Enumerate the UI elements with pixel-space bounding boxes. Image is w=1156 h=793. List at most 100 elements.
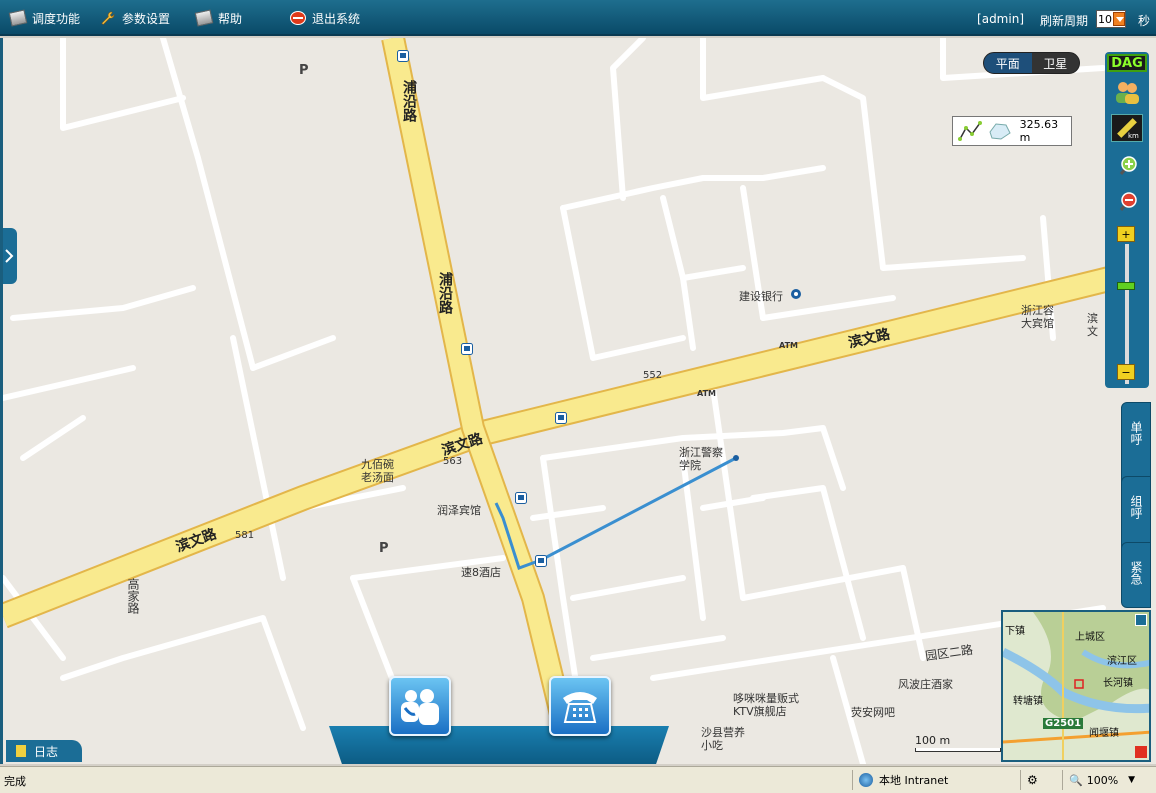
zoom-out-tool[interactable] xyxy=(1111,188,1143,216)
app-window: 调度功能 参数设置 帮助 退出系统 [admin] 刷新周期 秒 xyxy=(0,0,1156,793)
road-label-gaojia: 高家路 xyxy=(126,578,140,614)
route-number-563: 563 xyxy=(443,456,463,467)
overview-label: 下镇 xyxy=(1005,626,1025,637)
help-icon xyxy=(194,9,214,27)
status-text: 完成 xyxy=(4,775,26,788)
menu-settings[interactable]: 参数设置 xyxy=(100,8,170,28)
route-number-581: 581 xyxy=(235,530,255,541)
contacts-button[interactable] xyxy=(389,676,451,736)
map-type-satellite[interactable]: 卫星 xyxy=(1032,53,1080,73)
poi-zhejiangrong[interactable]: 浙江容大宾馆 xyxy=(1021,304,1057,330)
poi-suba[interactable]: 速8酒店 xyxy=(461,564,501,580)
dropdown-arrow-icon[interactable] xyxy=(1113,12,1125,26)
menu-help[interactable]: 帮助 xyxy=(194,8,242,28)
map-type-plain[interactable]: 平面 xyxy=(984,53,1032,73)
measure-distance: 325.63 m xyxy=(1019,118,1059,144)
menu-exit-label: 退出系统 xyxy=(312,11,361,26)
map-scale: 100 m xyxy=(915,734,1003,756)
menu-exit[interactable]: 退出系统 xyxy=(290,8,360,28)
log-icon xyxy=(16,745,26,757)
security-zone: 本地 Intranet xyxy=(852,770,1020,790)
overview-label: 长河镇 xyxy=(1103,678,1133,689)
zoom-min-icon[interactable]: − xyxy=(1117,364,1135,380)
map-canvas xyxy=(3,38,1117,764)
zoom-level[interactable]: 🔍 100% ▼ xyxy=(1062,770,1152,790)
overview-resize-icon[interactable] xyxy=(1135,746,1147,758)
overview-map[interactable]: 下镇 上城区 滨江区 长河镇 转塘镇 闻堰镇 G2501 xyxy=(1001,610,1151,762)
measure-panel: 325.63 m xyxy=(952,116,1072,146)
overview-label: 转塘镇 xyxy=(1013,696,1043,707)
refresh-period-input[interactable] xyxy=(1097,12,1113,26)
map-type-toggle[interactable]: 平面 卫星 xyxy=(983,52,1080,74)
magnifier-icon: 🔍 xyxy=(1069,773,1083,787)
polygon-tool-icon[interactable] xyxy=(986,120,1011,142)
tab-group-call-label: 组呼 xyxy=(1129,495,1143,519)
tab-emergency-label: 紧急 xyxy=(1129,561,1143,585)
bus-stop-icon xyxy=(515,492,527,504)
expand-icon xyxy=(5,249,14,263)
atm-icon: ATM xyxy=(697,389,716,398)
tab-emergency[interactable]: 紧急 xyxy=(1121,542,1151,608)
contacts-icon xyxy=(401,689,439,725)
bus-stop-icon xyxy=(397,50,409,62)
refresh-unit-label: 秒 xyxy=(1137,14,1150,28)
bus-stop-icon xyxy=(535,555,547,567)
poi-jiubaiwan[interactable]: 九佰碗老汤面 xyxy=(361,458,397,484)
top-menu-bar: 调度功能 参数设置 帮助 退出系统 [admin] 刷新周期 秒 xyxy=(0,0,1156,36)
users-tool[interactable] xyxy=(1111,78,1143,106)
scale-label: 100 m xyxy=(915,734,951,747)
ruler-icon: km xyxy=(1117,118,1139,140)
scale-bar xyxy=(915,748,1001,752)
parking-icon: P xyxy=(379,541,389,556)
route-number-552: 552 xyxy=(643,370,663,381)
menu-settings-label: 参数设置 xyxy=(122,11,171,26)
poi-ktv[interactable]: 哆咪咪量贩式KTV旗舰店 xyxy=(733,692,799,718)
parking-icon: P xyxy=(299,63,309,78)
refresh-period-label: 刷新周期 xyxy=(1039,14,1088,28)
protected-mode[interactable]: ⚙ xyxy=(1020,770,1060,790)
zoom-slider-thumb[interactable] xyxy=(1117,282,1135,290)
current-user: [admin] xyxy=(977,12,1024,26)
zoom-level-label: 100% xyxy=(1086,773,1119,787)
zoom-max-icon[interactable]: + xyxy=(1117,226,1135,242)
poi-yingan[interactable]: 荧安网吧 xyxy=(851,704,895,720)
dag-logo: DAG xyxy=(1107,54,1147,72)
log-tab[interactable]: 日志 xyxy=(6,740,82,762)
atm-icon: ATM xyxy=(779,341,798,350)
poi-police-school[interactable]: 浙江警察学院 xyxy=(679,446,727,472)
globe-icon xyxy=(859,773,873,787)
highway-shield: G2501 xyxy=(1043,718,1084,729)
road-label-puyan-1: 浦沿路 xyxy=(401,80,417,122)
bus-stop-icon xyxy=(461,343,473,355)
refresh-period-select[interactable] xyxy=(1096,10,1126,28)
chevron-down-icon[interactable]: ▼ xyxy=(1128,775,1135,785)
browser-status-bar: 完成 本地 Intranet ⚙ 🔍 100% ▼ xyxy=(0,766,1156,793)
zoom-slider-track[interactable] xyxy=(1125,244,1129,384)
zoom-in-tool[interactable] xyxy=(1111,152,1143,180)
menu-dispatch-label: 调度功能 xyxy=(32,11,81,26)
bus-stop-icon xyxy=(555,412,567,424)
tab-single-call-label: 单呼 xyxy=(1129,421,1143,445)
overview-label: 闻堰镇 xyxy=(1089,728,1119,739)
poi-runze[interactable]: 润泽宾馆 xyxy=(437,502,481,518)
poi-binwen-hotel[interactable]: 滨文大酒 xyxy=(1087,312,1107,338)
phone-icon xyxy=(563,692,597,723)
overview-close-icon[interactable] xyxy=(1135,614,1147,626)
dispatch-icon xyxy=(8,9,28,27)
left-panel-toggle[interactable] xyxy=(3,228,17,284)
log-tab-label: 日志 xyxy=(34,744,59,759)
poi-shaxian[interactable]: 沙县营养小吃 xyxy=(701,726,749,752)
poi-fengbo[interactable]: 风波庄酒家 xyxy=(898,676,953,692)
overview-label: 上城区 xyxy=(1075,632,1105,643)
security-zone-label: 本地 Intranet xyxy=(879,774,949,787)
phone-button[interactable] xyxy=(549,676,611,736)
map-view[interactable]: 浦沿路 浦沿路 滨文路 滨文路 滨文路 高家路 园区二路 552 563 581… xyxy=(0,38,1156,764)
poi-ccb[interactable]: 建设银行 xyxy=(739,288,783,304)
polyline-tool-icon[interactable] xyxy=(957,120,982,142)
map-toolbar: DAG km + − xyxy=(1105,52,1149,388)
bank-icon xyxy=(791,289,801,299)
ruler-tool[interactable]: km xyxy=(1111,114,1143,142)
zoom-in-icon xyxy=(1119,156,1137,175)
menu-dispatch[interactable]: 调度功能 xyxy=(8,8,81,28)
overview-label: 滨江区 xyxy=(1107,656,1137,667)
